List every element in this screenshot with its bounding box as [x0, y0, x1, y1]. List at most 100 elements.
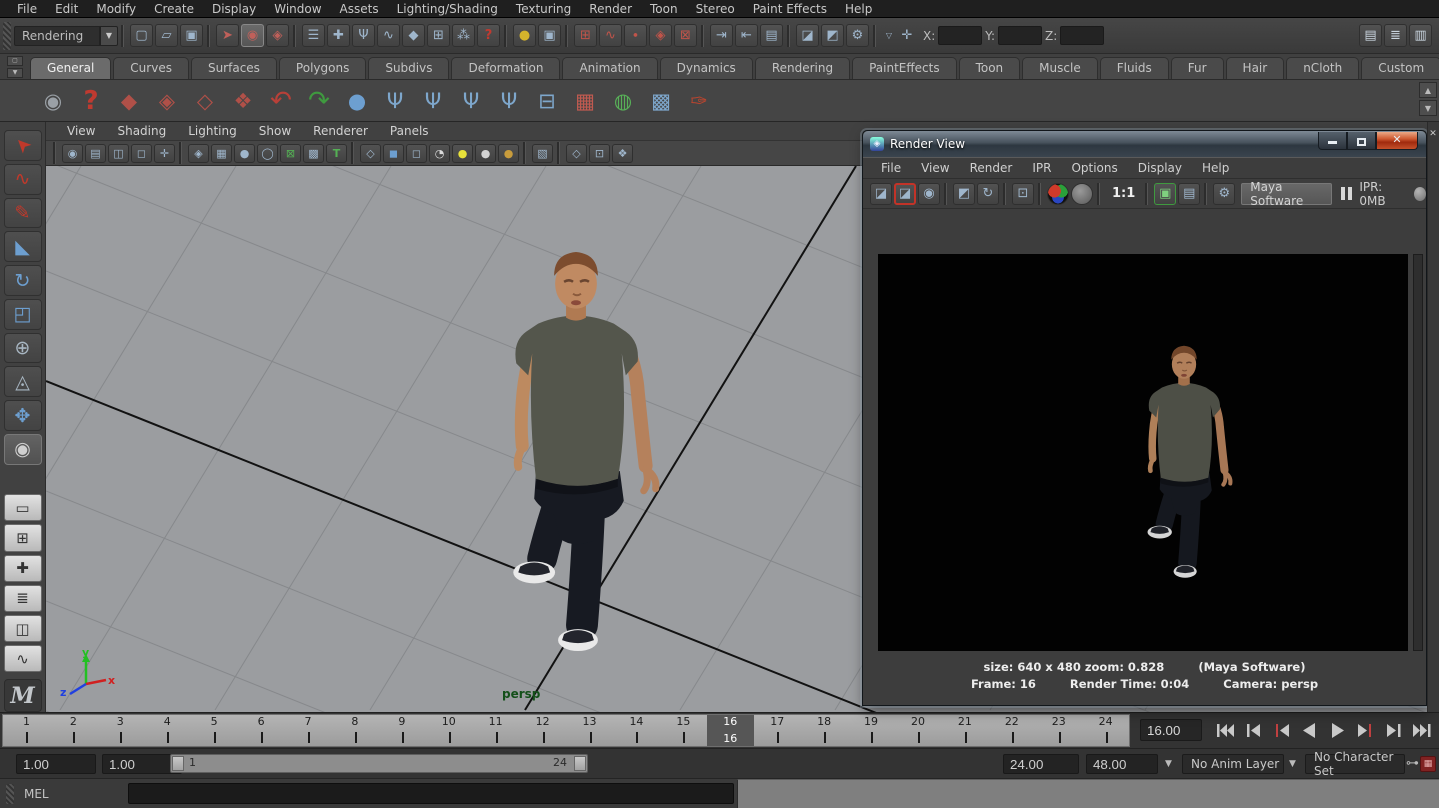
paint-effects-icon[interactable]: ✑	[681, 83, 717, 119]
shelf-tab-polygons[interactable]: Polygons	[279, 57, 366, 79]
select-object-icon[interactable]: ◉	[241, 24, 264, 47]
rv-render-icon[interactable]: ◪	[870, 183, 892, 205]
lock-selection-icon[interactable]: ●	[513, 24, 536, 47]
rv-region-icon[interactable]: ⊡	[1012, 183, 1034, 205]
render-settings-icon[interactable]: ⚙	[846, 24, 869, 47]
rv-ipr-icon[interactable]: ◩	[953, 183, 975, 205]
menu-set-selector[interactable]: Rendering ▼	[14, 26, 118, 46]
menu-stereo[interactable]: Stereo	[687, 2, 744, 16]
shelf-tab-painteffects[interactable]: PaintEffects	[852, 57, 956, 79]
shelf-tab-dynamics[interactable]: Dynamics	[660, 57, 753, 79]
playback-end-field[interactable]	[1003, 754, 1079, 774]
frame-23[interactable]: 23	[1035, 715, 1082, 746]
renderer-selector[interactable]: Maya Software	[1241, 183, 1332, 205]
render-view-scrollbar[interactable]	[1413, 254, 1423, 651]
last-tool-button[interactable]: ◉	[4, 434, 42, 465]
film-gate-icon[interactable]: ▦	[211, 144, 232, 163]
shelf-tab-custom[interactable]: Custom	[1361, 57, 1439, 79]
menu-file[interactable]: File	[8, 2, 46, 16]
pan-zoom-icon[interactable]: ✛	[154, 144, 175, 163]
sculpt-tool-button[interactable]: ◣	[4, 231, 42, 262]
snap-curve-icon[interactable]: ∿	[599, 24, 622, 47]
mask-deformations-icon[interactable]: ⊞	[427, 24, 450, 47]
frame-4[interactable]: 4	[144, 715, 191, 746]
chevron-down-icon[interactable]: ▼	[1165, 759, 1172, 769]
shelf-tab-subdivs[interactable]: Subdivs	[368, 57, 449, 79]
rv-refresh-icon[interactable]: ↻	[977, 183, 999, 205]
shelf-tab-rendering[interactable]: Rendering	[755, 57, 850, 79]
auto-keyframe-icon[interactable]: ▦	[1420, 756, 1436, 772]
status-line-drag-handle[interactable]	[3, 22, 11, 50]
tool-settings-icon[interactable]: ≣	[1384, 24, 1407, 47]
frame-18[interactable]: 18	[801, 715, 848, 746]
set-driven-key-icon[interactable]: ▦	[567, 83, 603, 119]
grid-toggle-icon[interactable]: ◈	[188, 144, 209, 163]
frame-22[interactable]: 22	[988, 715, 1035, 746]
step-back-frame-button[interactable]	[1268, 717, 1294, 743]
camera-pan-icon[interactable]: ◆	[111, 83, 147, 119]
render-view-menu-render[interactable]: Render	[960, 161, 1023, 175]
select-hierarchy-icon[interactable]: ➤	[216, 24, 239, 47]
close-button[interactable]: ✕	[1376, 132, 1418, 150]
rv-alpha-icon[interactable]: ●	[1071, 183, 1093, 205]
panel-menu-renderer[interactable]: Renderer	[302, 124, 379, 138]
shelf-help-icon[interactable]: ?	[73, 83, 109, 119]
plugin-shapes-icon[interactable]: ❖	[612, 144, 633, 163]
shelf-scroll-up-icon[interactable]: ▲	[1419, 82, 1437, 98]
render-view-menu-file[interactable]: File	[871, 161, 911, 175]
mask-curves-icon[interactable]: ∿	[377, 24, 400, 47]
hypergraph-icon[interactable]: ⊟	[529, 83, 565, 119]
lattice-icon[interactable]: ▩	[643, 83, 679, 119]
snap-grid-icon[interactable]: ⊞	[574, 24, 597, 47]
universal-tool-button[interactable]: ⊕	[4, 333, 42, 364]
rigid-bind-icon[interactable]: Ψ	[453, 83, 489, 119]
x-coord-input[interactable]	[938, 26, 982, 45]
render-view-titlebar[interactable]: ◈ Render View ✕	[863, 131, 1426, 157]
mel-command-input[interactable]	[128, 783, 734, 804]
layout-outliner-button[interactable]: ≣	[4, 585, 42, 612]
mask-dynamics-icon[interactable]: ⁂	[452, 24, 475, 47]
shelf-tab-animation[interactable]: Animation	[562, 57, 657, 79]
camera-select-icon[interactable]: ◉	[62, 144, 83, 163]
xray-mode-icon[interactable]: ◇	[566, 144, 587, 163]
render-view-window[interactable]: ◈ Render View ✕ FileViewRenderIPROptions…	[862, 130, 1427, 706]
frame-1[interactable]: 1	[3, 715, 50, 746]
animation-end-field[interactable]	[1086, 754, 1158, 774]
frame-14[interactable]: 14	[613, 715, 660, 746]
frame-21[interactable]: 21	[941, 715, 988, 746]
snap-point-icon[interactable]: ∙	[624, 24, 647, 47]
shelf-menu-icon[interactable]: ▼	[7, 68, 23, 78]
rv-redo-render-icon[interactable]: ◪	[894, 183, 916, 205]
geometry-cache-icon[interactable]: ◍	[605, 83, 641, 119]
frame-6[interactable]: 6	[238, 715, 285, 746]
wireframe-shaded-icon[interactable]: ◻	[406, 144, 427, 163]
wireframe-mode-icon[interactable]: ◇	[360, 144, 381, 163]
menu-modify[interactable]: Modify	[87, 2, 145, 16]
step-forward-frame-button[interactable]	[1352, 717, 1378, 743]
render-globals-icon[interactable]: ◉	[35, 83, 71, 119]
camera-dolly-icon[interactable]: ◈	[149, 83, 185, 119]
panel-close-icon[interactable]: ✕	[1427, 128, 1439, 140]
layout-split-button[interactable]: ◫	[4, 615, 42, 642]
menu-create[interactable]: Create	[145, 2, 203, 16]
rendered-image[interactable]	[878, 254, 1408, 651]
set-key-icon[interactable]: ⊶	[1406, 756, 1419, 771]
current-time-field[interactable]	[1140, 719, 1202, 741]
goto-end-button[interactable]	[1408, 717, 1434, 743]
menu-assets[interactable]: Assets	[331, 2, 388, 16]
menu-lighting-shading[interactable]: Lighting/Shading	[388, 2, 507, 16]
shelf-tab-surfaces[interactable]: Surfaces	[191, 57, 277, 79]
lasso-tool-button[interactable]: ∿	[4, 164, 42, 195]
menu-paint-effects[interactable]: Paint Effects	[744, 2, 836, 16]
rv-remove-icon[interactable]: ▤	[1178, 183, 1200, 205]
default-light-icon[interactable]: ●	[452, 144, 473, 163]
rv-settings-icon[interactable]: ⚙	[1213, 183, 1235, 205]
frame-16[interactable]: 1616	[707, 715, 754, 746]
frame-2[interactable]: 2	[50, 715, 97, 746]
panel-menu-lighting[interactable]: Lighting	[177, 124, 248, 138]
render-view-menu-help[interactable]: Help	[1192, 161, 1239, 175]
frame-15[interactable]: 15	[660, 715, 707, 746]
select-component-icon[interactable]: ◈	[266, 24, 289, 47]
save-scene-icon[interactable]: ▣	[180, 24, 203, 47]
chevron-down-icon[interactable]: ▼	[100, 26, 118, 46]
